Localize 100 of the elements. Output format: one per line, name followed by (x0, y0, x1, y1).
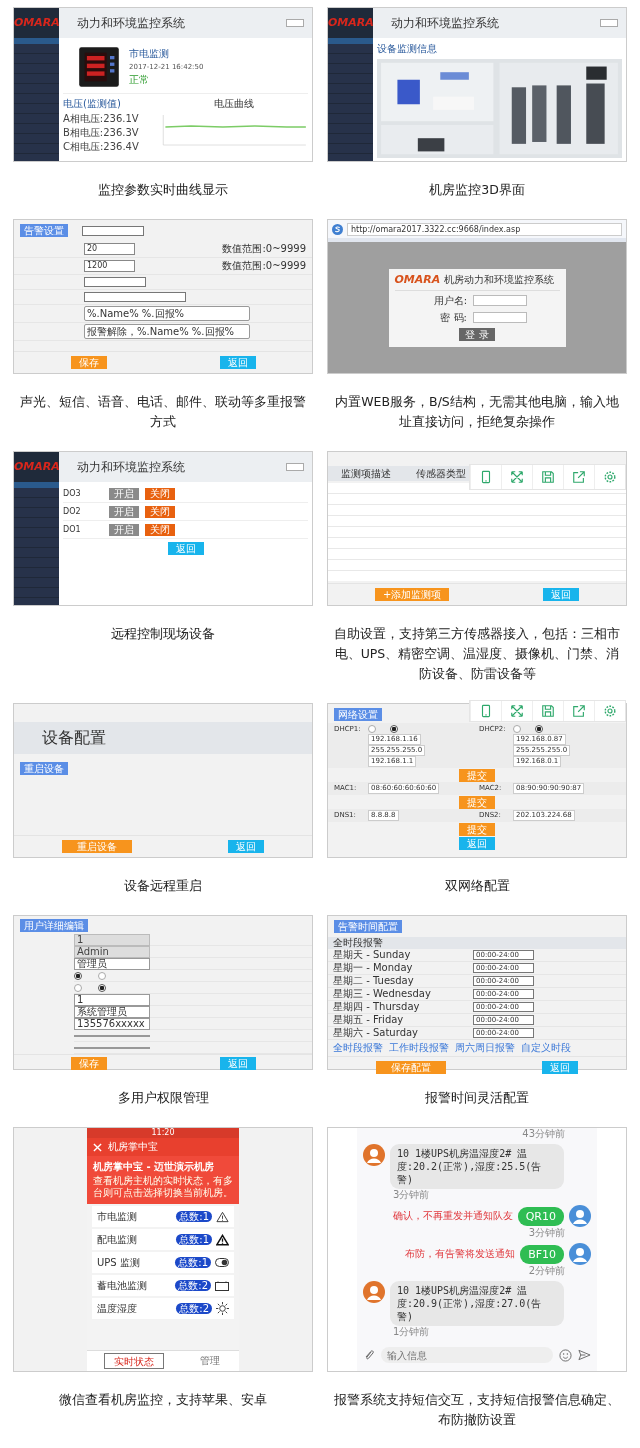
radio-button[interactable] (74, 983, 82, 992)
message-bubble: 10 1楼UPS机房温湿度2# 温度:20.9(正常),湿度:27.0(告警) (390, 1281, 564, 1326)
day-label: 星期三 - Wednesday (333, 987, 432, 1001)
field-label: 用户名: (432, 293, 467, 308)
day-label: 星期二 - Tuesday (333, 974, 415, 988)
template-select[interactable] (82, 225, 144, 236)
system-title: 动力和环境监控系统 (391, 14, 500, 32)
system-title: 机房动力和环境监控系统 (444, 272, 555, 287)
logo: OMARA (14, 452, 59, 482)
number-field[interactable]: 20 (84, 243, 135, 255)
output-name: DO2 (63, 507, 82, 516)
time-select[interactable] (84, 277, 146, 287)
login-button[interactable]: 登 录 (459, 327, 495, 341)
item-label: UPS 监测 (97, 1255, 141, 1270)
hero-title: 机房掌中宝 - 迈世演示机房 (93, 1160, 215, 1173)
section-tag: 告警设置 (20, 224, 68, 237)
message-template-field[interactable]: %.Name% %.回报% (84, 306, 250, 321)
avatar-icon (363, 1281, 385, 1303)
section-tag: 网络设置 (334, 708, 382, 721)
range-hint: 数值范围:0~9999 (222, 242, 306, 256)
chart-title: 电压曲线 (213, 97, 254, 111)
output-name: DO3 (63, 489, 82, 498)
readings-title: 电压(监测值) (63, 97, 122, 111)
section-tag: 用户详细编辑 (20, 919, 88, 932)
radio-button[interactable] (74, 971, 82, 980)
sidebar-menu[interactable] (14, 482, 59, 605)
radio-button[interactable] (513, 725, 521, 733)
column-header: 传感器类型 (414, 466, 467, 481)
sidebar-menu[interactable] (14, 38, 59, 161)
preset-link[interactable]: 自定义时段 (521, 1041, 571, 1055)
message-time: 2分钟前 (528, 1265, 565, 1277)
caption: 设备远程重启 (123, 877, 203, 895)
caption: 监控参数实时曲线显示 (97, 181, 229, 199)
monitor-item[interactable]: UPS 监测 总数:1 (92, 1252, 234, 1273)
radio-button[interactable] (390, 725, 398, 733)
field-label: 密 码: (439, 310, 467, 325)
preset-link[interactable]: 工作时段报警 (389, 1041, 449, 1055)
input-field[interactable] (74, 1046, 150, 1049)
section-title: 市电监测 (129, 47, 170, 61)
day-label: 星期六 - Saturday (333, 1026, 420, 1040)
section-tag: 重启设备 (20, 762, 68, 775)
message-bubble: QR10 (517, 1206, 564, 1226)
preset-link[interactable]: 周六周日报警 (455, 1041, 515, 1055)
caption: 报警系统支持短信交互，支持短信报警信息确定、布防撤防设置 (333, 1391, 621, 1429)
caption: 远程控制现场设备 (110, 625, 216, 643)
tab-bar-item[interactable]: 实时状态 (103, 1353, 164, 1369)
message-bubble: 10 1楼UPS机房温湿度2# 温度:20.2(正常),湿度:25.5(告警) (390, 1144, 564, 1189)
send-icon[interactable] (578, 1349, 591, 1361)
count-badge: 总数:1 (176, 1211, 212, 1222)
header-button[interactable] (600, 19, 618, 27)
radio-button[interactable] (98, 971, 106, 980)
section-tag: 告警时间配置 (334, 920, 402, 933)
radio-button[interactable] (98, 983, 106, 992)
day-label: 星期五 - Friday (333, 1013, 405, 1027)
monitor-item[interactable]: 温度湿度 总数:2 (92, 1298, 234, 1319)
reply-note: 确认，不再重发并通知队友 (392, 1209, 513, 1223)
section-title: 设备监测信息 (377, 42, 438, 56)
sidebar-menu[interactable] (328, 38, 373, 161)
message-input[interactable]: 输入信息 (381, 1347, 553, 1363)
emoji-icon[interactable] (559, 1348, 572, 1362)
input-field[interactable] (473, 295, 527, 306)
preset-link[interactable]: 全时段报警 (333, 1041, 383, 1055)
voltage-reading: A相电压:236.1V (63, 112, 140, 125)
monitor-item[interactable]: 配电监测 总数:1 (92, 1229, 234, 1250)
caption: 自助设置，支持第三方传感器接入，包括：三相市电、UPS、精密空调、温湿度、摄像机、门禁、消防设备、防雷设备等 (333, 625, 621, 683)
voltage-reading: B相电压:236.3V (63, 126, 140, 139)
logo: OMARA (394, 273, 441, 286)
sun-icon (216, 1302, 229, 1315)
count-badge: 总数:2 (175, 1280, 211, 1291)
system-title: 动力和环境监控系统 (77, 14, 186, 32)
range-hint: 数值范围:0~9999 (222, 259, 306, 273)
clock: 11:20 (151, 1128, 175, 1138)
input-field[interactable] (74, 1034, 150, 1037)
radio-button[interactable] (535, 725, 543, 733)
item-label: 蓄电池监测 (97, 1278, 148, 1293)
header-button[interactable] (286, 463, 304, 471)
tab-bar-item[interactable]: 管理 (196, 1353, 223, 1369)
address-bar[interactable]: http://omara2017.3322.cc:9668/index.asp (347, 222, 622, 236)
monitor-item[interactable]: 市电监测 总数:1 (92, 1206, 234, 1227)
item-label: 配电监测 (97, 1232, 138, 1247)
message-time: 3分钟前 (528, 1227, 565, 1239)
linkage-select[interactable] (84, 292, 186, 302)
logo: OMARA (328, 8, 373, 38)
output-name: DO1 (63, 525, 82, 534)
header-button[interactable] (286, 19, 304, 27)
message-bubble: BF10 (520, 1244, 564, 1264)
close-icon[interactable] (93, 1142, 102, 1152)
warning-icon (216, 1210, 229, 1223)
message-time: 1分钟前 (393, 1326, 431, 1338)
input-field[interactable] (473, 312, 527, 323)
browser-logo-icon (332, 223, 343, 235)
radio-button[interactable] (368, 725, 376, 733)
monitor-item[interactable]: 蓄电池监测 总数:2 (92, 1275, 234, 1296)
avatar-icon (569, 1243, 591, 1265)
column-header: 监测项描述 (339, 466, 392, 481)
status-text: 正常 (129, 73, 150, 87)
message-template-field[interactable]: 报警解除，%.Name% %.回报% (84, 324, 250, 339)
warning-icon (216, 1233, 229, 1246)
section-header: 全时段报警 (328, 937, 626, 949)
number-field[interactable]: 1200 (84, 260, 135, 272)
